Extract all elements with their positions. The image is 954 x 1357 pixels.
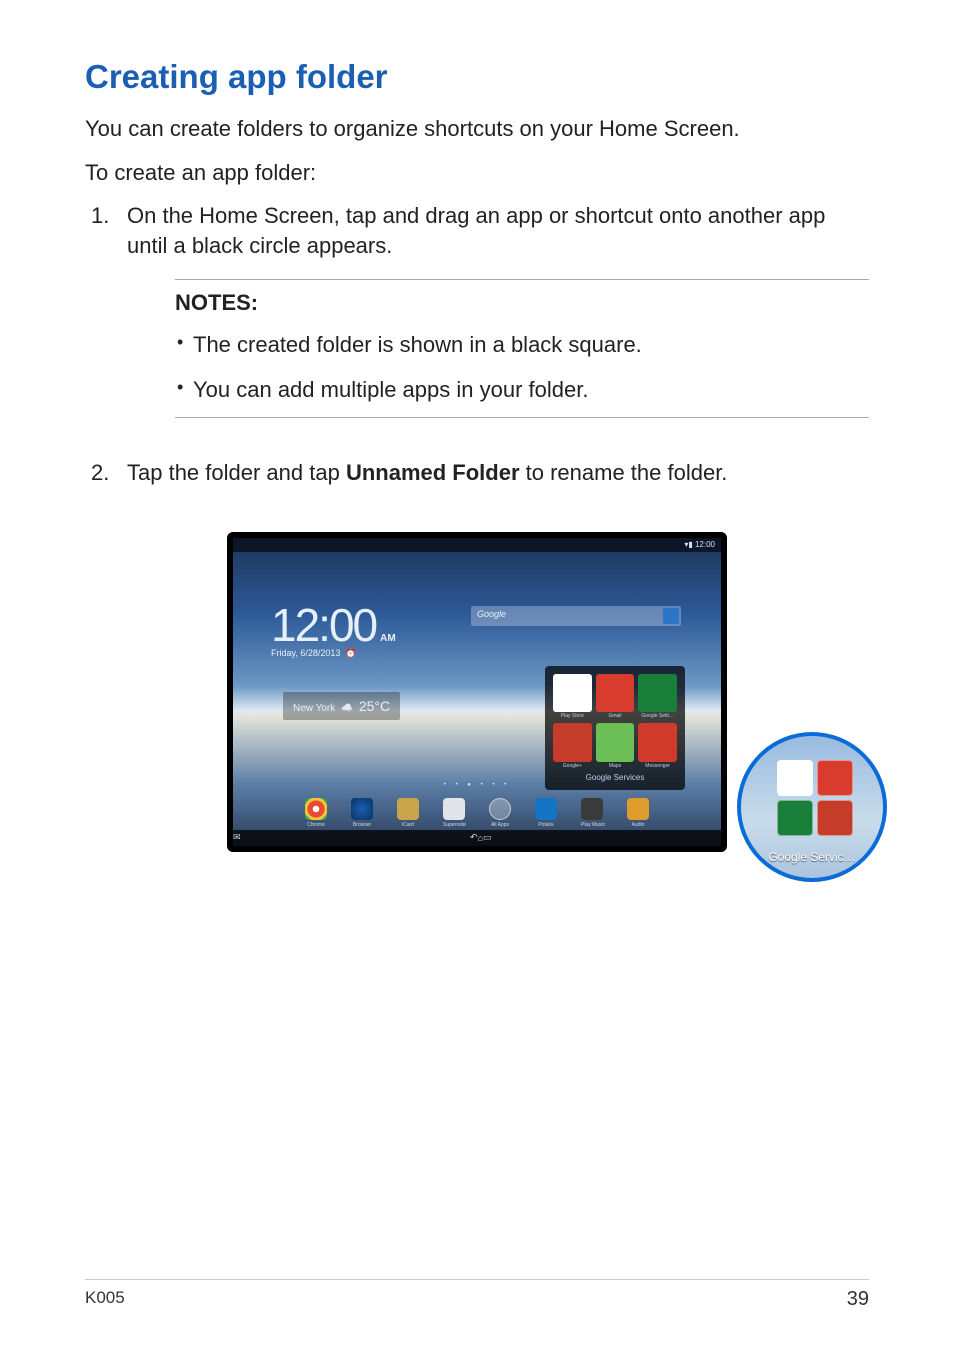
nav-notif-icon[interactable]: ✉ [233,832,241,843]
tablet-frame: ▾▮ 12:00 12:00AM Friday, 6/28/2013 ⏰ New… [227,532,727,852]
dock-app-label: iCard [397,822,419,828]
status-bar: ▾▮ 12:00 [233,538,721,552]
dock-app-icon[interactable] [535,798,557,820]
dock-item[interactable]: Chrome [305,798,327,828]
intro-1: You can create folders to organize short… [85,114,869,158]
page-footer: K005 39 [85,1279,869,1311]
step-2: Tap the folder and tap Unnamed Folder to… [85,458,869,488]
footer-page-number: 39 [847,1288,869,1311]
steps-list-2: Tap the folder and tap Unnamed Folder to… [85,458,869,488]
weather-widget[interactable]: New York ☁️ 25°C [283,692,400,720]
status-wifi-icon: ▾▮ [684,540,692,549]
voice-search-icon[interactable] [663,608,679,624]
dock-app-icon[interactable] [397,798,419,820]
tablet-screen: ▾▮ 12:00 12:00AM Friday, 6/28/2013 ⏰ New… [233,538,721,846]
clock-widget[interactable]: 12:00AM Friday, 6/28/2013 ⏰ [271,598,396,659]
footer-model: K005 [85,1288,125,1311]
google-search[interactable]: Google [471,606,681,626]
folder-app-icon[interactable] [596,674,635,713]
dock-app-label: Play Music [581,822,603,828]
status-time: 12:00 [695,540,715,549]
steps-list: On the Home Screen, tap and drag an app … [85,201,869,260]
dock-item[interactable]: Audio [627,798,649,828]
dock-app-icon[interactable] [305,798,327,820]
folder-name[interactable]: Google Services [553,773,677,782]
dock-app-label: All Apps [489,822,511,828]
folder-app-label: Messenger [638,763,677,769]
dock-item[interactable]: iCard [397,798,419,828]
zoom-bubble: Google Servic… [737,732,887,882]
dock-app-icon[interactable] [489,798,511,820]
folder-app-label: Google+ [553,763,592,769]
intro-2: To create an app folder: [85,158,869,202]
folder-app-icon[interactable] [596,723,635,762]
folder-app-label: Maps [596,763,635,769]
step-2-bold: Unnamed Folder [346,460,520,485]
dock-app-label: Chrome [305,822,327,828]
page-title: Creating app folder [85,0,869,114]
folder-app-icon[interactable] [553,674,592,713]
page-indicator: • • ● • • • [233,782,721,788]
dock-app-label: Polaris [535,822,557,828]
weather-city: New York [293,703,335,714]
step-1: On the Home Screen, tap and drag an app … [85,201,869,260]
dock-app-icon[interactable] [443,798,465,820]
folder-app-label: Play Store [553,713,592,719]
folder-app-icon[interactable] [638,674,677,713]
note-1: The created folder is shown in a black s… [193,322,869,368]
dock-app-label: Audio [627,822,649,828]
notes-box: NOTES: The created folder is shown in a … [175,279,869,418]
dock: Chrome Browser iCard Supernote All Apps Polar… [233,798,721,828]
folder-app-label: Google Setti… [638,713,677,719]
notes-heading: NOTES: [175,290,869,316]
step-2-post: to rename the folder. [520,460,728,485]
dock-item[interactable]: Supernote [443,798,465,828]
dock-item[interactable]: All Apps [489,798,511,828]
zoom-app-icon [817,800,853,836]
tablet-figure: ▾▮ 12:00 12:00AM Friday, 6/28/2013 ⏰ New… [147,532,807,852]
nav-back-icon[interactable]: ↶ [470,832,478,843]
dock-app-icon[interactable] [351,798,373,820]
zoom-folder-label: Google Servic… [741,850,883,864]
clock-ampm: AM [380,633,396,644]
dock-item[interactable]: Browser [351,798,373,828]
navigation-bar: ✉ ↶ ⌂ ▭ [233,830,721,846]
zoom-app-icon [777,760,813,796]
folder-app-label: Gmail [596,713,635,719]
dock-app-icon[interactable] [581,798,603,820]
weather-temp: 25°C [359,698,390,714]
note-2: You can add multiple apps in your folder… [193,367,869,413]
zoom-app-icon [817,760,853,796]
step-2-pre: Tap the folder and tap [127,460,346,485]
dock-app-label: Supernote [443,822,465,828]
app-folder[interactable]: Play Store GmailGoogle Setti… Google+ MapsM… [545,666,685,790]
nav-recent-icon[interactable]: ▭ [483,832,492,843]
notes-list: The created folder is shown in a black s… [175,316,869,413]
dock-item[interactable]: Polaris [535,798,557,828]
dock-app-label: Browser [351,822,373,828]
dock-app-icon[interactable] [627,798,649,820]
folder-app-icon[interactable] [638,723,677,762]
search-placeholder: Google [477,609,506,619]
folder-app-icon[interactable] [553,723,592,762]
zoom-app-icon [777,800,813,836]
clock-time: 12:00 [271,599,376,651]
dock-item[interactable]: Play Music [581,798,603,828]
